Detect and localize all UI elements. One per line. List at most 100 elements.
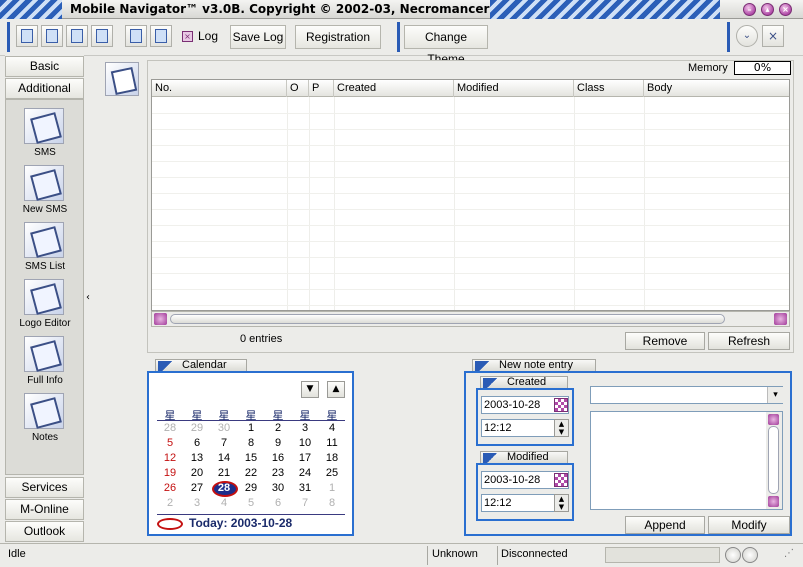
calendar-day[interactable]: 9 — [265, 437, 291, 449]
registration-button[interactable]: Registration — [295, 25, 381, 49]
calendar-day[interactable]: 7 — [292, 497, 318, 509]
sidebar-item-sms-list[interactable]: SMS List — [10, 220, 80, 273]
scroll-left-icon[interactable] — [154, 313, 167, 325]
calendar-day[interactable]: 7 — [211, 437, 237, 449]
today-label[interactable]: Today: 2003-10-28 — [189, 516, 292, 530]
calendar-day[interactable]: 2 — [265, 422, 291, 434]
column-header-created[interactable]: Created — [334, 80, 454, 97]
calendar-day[interactable]: 26 — [157, 482, 183, 494]
resize-grip-icon[interactable]: ⋰ — [784, 548, 794, 559]
calendar-day[interactable]: 4 — [211, 497, 237, 509]
calendar-day[interactable]: 11 — [319, 437, 345, 449]
minimize-button[interactable]: – — [743, 3, 756, 16]
horizontal-scrollbar[interactable] — [151, 311, 790, 327]
calendar-day[interactable]: 23 — [265, 467, 291, 479]
calendar-day[interactable]: 8 — [238, 437, 264, 449]
vertical-scrollbar[interactable] — [766, 412, 782, 509]
calendar-day[interactable]: 5 — [238, 497, 264, 509]
calendar-picker-icon[interactable] — [554, 473, 568, 487]
calendar-day[interactable]: 1 — [319, 482, 345, 494]
calendar-day[interactable]: 16 — [265, 452, 291, 464]
column-header-no[interactable]: No. — [152, 80, 287, 97]
chevron-down-icon[interactable]: ▾ — [767, 387, 783, 403]
calendar-day[interactable]: 3 — [292, 422, 318, 434]
new-icon[interactable] — [16, 25, 38, 47]
time-spinner-icon[interactable]: ▲ ▼ — [554, 419, 569, 437]
calendar-day[interactable]: 10 — [292, 437, 318, 449]
calendar-day[interactable]: 29 — [184, 422, 210, 434]
calendar-day[interactable]: 30 — [211, 422, 237, 434]
calendar-day[interactable]: 24 — [292, 467, 318, 479]
calendar-day[interactable]: 27 — [184, 482, 210, 494]
next-month-button[interactable]: ▼ — [301, 381, 319, 398]
calendar-day[interactable]: 18 — [319, 452, 345, 464]
sidebar-item-logo-editor[interactable]: Logo Editor — [10, 277, 80, 330]
calendar-day[interactable]: 25 — [319, 467, 345, 479]
close-button[interactable]: × — [779, 3, 792, 16]
append-button[interactable]: Append — [625, 516, 705, 534]
log-toggle[interactable]: × Log — [176, 25, 222, 49]
calendar-day[interactable]: 5 — [157, 437, 183, 449]
calendar-day[interactable]: 6 — [265, 497, 291, 509]
scroll-thumb[interactable] — [768, 426, 779, 494]
remove-button[interactable]: Remove — [625, 332, 705, 350]
calendar-day[interactable]: 21 — [211, 467, 237, 479]
chevron-down-icon[interactable]: ⌄ — [736, 25, 758, 47]
save-as-icon[interactable] — [91, 25, 113, 47]
calendar-day[interactable]: 2 — [157, 497, 183, 509]
open-icon[interactable] — [41, 25, 63, 47]
scroll-thumb[interactable] — [170, 314, 725, 324]
sidebar-tab-outlook[interactable]: Outlook — [5, 521, 84, 542]
calendar-day[interactable]: 20 — [184, 467, 210, 479]
calendar-day[interactable]: 14 — [211, 452, 237, 464]
calendar-day[interactable]: 4 — [319, 422, 345, 434]
save-icon[interactable] — [66, 25, 88, 47]
sidebar-tab-basic[interactable]: Basic — [5, 56, 84, 77]
change-theme-button[interactable]: Change Theme — [404, 25, 488, 66]
calendar-day[interactable]: 29 — [238, 482, 264, 494]
calendar-day[interactable]: 12 — [157, 452, 183, 464]
modify-button[interactable]: Modify — [708, 516, 790, 534]
column-header-modified[interactable]: Modified — [454, 80, 574, 97]
calendar-day[interactable]: 28 — [157, 422, 183, 434]
sidebar-item-notes[interactable]: Notes — [10, 391, 80, 444]
calendar-day[interactable]: 22 — [238, 467, 264, 479]
note-class-select[interactable]: ▾ — [590, 386, 783, 404]
calendar-day[interactable]: 3 — [184, 497, 210, 509]
sidebar-tab-services[interactable]: Services — [5, 477, 84, 498]
column-header-class[interactable]: Class — [574, 80, 644, 97]
info-icon[interactable] — [150, 25, 172, 47]
previous-month-button[interactable]: ▲ — [327, 381, 345, 398]
scroll-down-icon[interactable] — [768, 496, 779, 507]
collapse-sidebar-icon[interactable]: ‹ — [86, 292, 94, 303]
calendar-day[interactable]: 13 — [184, 452, 210, 464]
calendar-day[interactable]: 17 — [292, 452, 318, 464]
calendar-day[interactable]: 1 — [238, 422, 264, 434]
sidebar-item-sms[interactable]: SMS — [10, 106, 80, 159]
sidebar-tab-m-online[interactable]: M-Online — [5, 499, 84, 520]
time-spinner-icon[interactable]: ▲ ▼ — [554, 494, 569, 512]
calendar-day[interactable]: 28 — [211, 482, 237, 494]
sidebar-tab-additional[interactable]: Additional — [5, 78, 84, 99]
calendar-picker-icon[interactable] — [554, 398, 568, 412]
close-panel-icon[interactable]: × — [762, 25, 784, 47]
calendar-day[interactable]: 30 — [265, 482, 291, 494]
sidebar-item-full-info[interactable]: Full Info — [10, 334, 80, 387]
calendar-day[interactable]: 19 — [157, 467, 183, 479]
scroll-up-icon[interactable] — [768, 414, 779, 425]
notes-table[interactable]: No. O P Created Modified Class Body — [151, 79, 790, 311]
help-icon[interactable] — [125, 25, 147, 47]
maximize-button[interactable]: ▴ — [761, 3, 774, 16]
calendar-day[interactable]: 6 — [184, 437, 210, 449]
scroll-right-icon[interactable] — [774, 313, 787, 325]
calendar-day[interactable]: 8 — [319, 497, 345, 509]
column-header-body[interactable]: Body — [644, 80, 789, 97]
refresh-button[interactable]: Refresh — [708, 332, 790, 350]
column-header-p[interactable]: P — [309, 80, 334, 97]
sidebar-item-new-sms[interactable]: New SMS — [10, 163, 80, 216]
column-header-o[interactable]: O — [287, 80, 309, 97]
calendar-day[interactable]: 31 — [292, 482, 318, 494]
note-body-textarea[interactable] — [590, 411, 783, 510]
save-log-button[interactable]: Save Log — [230, 25, 286, 49]
calendar-day[interactable]: 15 — [238, 452, 264, 464]
